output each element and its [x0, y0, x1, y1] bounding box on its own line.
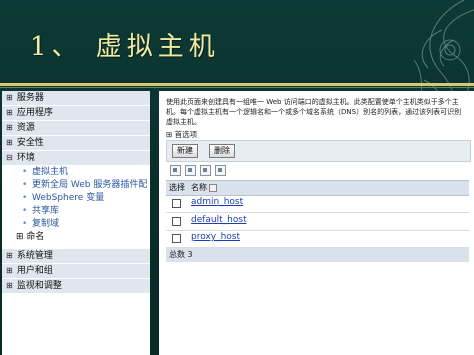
page-description: 使用此页面来创建具有一组唯一 Web 访问端口的虚拟主机。此类配置使单个主机类似…	[166, 98, 462, 126]
bullet-icon: •	[22, 193, 28, 203]
row-checkbox[interactable]	[172, 199, 181, 208]
table-row: proxy_host	[166, 230, 469, 248]
bullet-icon: •	[22, 180, 28, 190]
clear-filter-icon[interactable]	[215, 165, 226, 176]
bullet-icon: •	[22, 167, 28, 177]
navigation-tree: ⊞ 服务器 ⊞ 应用程序 ⊞ 资源 ⊞ 安全性 ⊟ 环境 • 虚拟主机 • 更新全局…	[2, 91, 150, 355]
slide-title: 1、 虚拟主机	[30, 32, 220, 62]
nav-section-label: 服务器	[16, 93, 44, 103]
expand-icon[interactable]: ⊞	[16, 232, 24, 242]
nav-item-label: 复制域	[32, 219, 60, 229]
nav-section-label: 环境	[16, 153, 35, 163]
expand-icon[interactable]: ⊞	[6, 106, 14, 120]
expand-icon[interactable]: ⊞	[6, 264, 14, 278]
nav-section-servers[interactable]: ⊞ 服务器	[2, 91, 150, 106]
table-header: 选择 名称	[166, 180, 469, 196]
virtual-host-link[interactable]: default_host	[191, 215, 247, 225]
nav-item-label: 命名	[26, 232, 45, 242]
table-row: admin_host	[166, 195, 469, 213]
nav-section-label: 资源	[16, 123, 35, 133]
nav-section-environment[interactable]: ⊟ 环境	[2, 151, 150, 166]
title-divider-thin	[0, 87, 474, 88]
nav-section-label: 用户和组	[16, 266, 53, 276]
deselect-all-icon[interactable]	[185, 165, 196, 176]
nav-section-label: 监视和调整	[16, 281, 62, 291]
nav-item-label: WebSphere 变量	[32, 193, 105, 203]
selection-icon-bar	[166, 164, 469, 178]
nav-section-resources[interactable]: ⊞ 资源	[2, 121, 150, 136]
nav-item-replication-domains[interactable]: • 复制域	[2, 218, 150, 231]
preferences-toggle[interactable]: ⊞ 首选项	[166, 129, 197, 140]
row-checkbox[interactable]	[172, 234, 181, 243]
nav-item-label: 虚拟主机	[32, 167, 69, 177]
table-total: 总数 3	[166, 248, 469, 262]
expand-icon[interactable]: ⊞	[6, 121, 14, 135]
virtual-host-link[interactable]: proxy_host	[191, 232, 240, 242]
title-divider	[0, 83, 474, 86]
delete-button[interactable]: 删除	[209, 144, 235, 158]
nav-item-label: 共享库	[32, 206, 60, 216]
nav-section-users-groups[interactable]: ⊞ 用户和组	[2, 264, 150, 279]
expand-icon[interactable]: ⊞	[6, 279, 14, 293]
nav-section-monitoring[interactable]: ⊞ 监视和调整	[2, 279, 150, 294]
column-header-select: 选择	[169, 183, 185, 192]
column-header-name-label: 名称	[191, 183, 207, 192]
bullet-icon: •	[22, 206, 28, 216]
nav-item-websphere-variables[interactable]: • WebSphere 变量	[2, 192, 150, 205]
expand-icon[interactable]: ⊞	[6, 136, 14, 150]
slide: 1、 虚拟主机 ⊞ 服务器 ⊞ 应用程序 ⊞ 资源 ⊞ 安全性 ⊟ 环境 • 虚拟…	[0, 0, 474, 355]
nav-section-system-admin[interactable]: ⊞ 系统管理	[2, 249, 150, 264]
nav-section-label: 安全性	[16, 138, 44, 148]
nav-item-virtual-hosts[interactable]: • 虚拟主机	[2, 166, 150, 179]
virtual-host-link[interactable]: admin_host	[191, 197, 243, 207]
sort-icon[interactable]	[209, 183, 217, 192]
row-checkbox[interactable]	[172, 217, 181, 226]
new-button[interactable]: 新建	[172, 144, 198, 158]
column-header-name[interactable]: 名称	[191, 181, 217, 195]
nav-section-security[interactable]: ⊞ 安全性	[2, 136, 150, 151]
expand-icon[interactable]: ⊞	[6, 249, 14, 263]
content-panel: 使用此页面来创建具有一组唯一 Web 访问端口的虚拟主机。此类配置使单个主机类似…	[159, 91, 474, 355]
nav-section-label: 应用程序	[16, 108, 53, 118]
collapse-icon[interactable]: ⊟	[6, 151, 14, 165]
nav-item-shared-libraries[interactable]: • 共享库	[2, 205, 150, 218]
bullet-icon: •	[22, 219, 28, 229]
nav-item-naming[interactable]: ⊞ 命名	[2, 231, 150, 244]
action-toolbar: 新建 删除	[166, 140, 471, 162]
nav-section-label: 系统管理	[16, 251, 53, 261]
nav-section-applications[interactable]: ⊞ 应用程序	[2, 106, 150, 121]
nav-item-update-plugin[interactable]: • 更新全局 Web 服务器插件配	[2, 179, 150, 192]
select-all-icon[interactable]	[170, 165, 181, 176]
table-row: default_host	[166, 213, 469, 231]
nav-item-label: 更新全局 Web 服务器插件配	[32, 180, 148, 190]
filter-icon[interactable]	[200, 165, 211, 176]
expand-icon[interactable]: ⊞	[6, 91, 14, 105]
